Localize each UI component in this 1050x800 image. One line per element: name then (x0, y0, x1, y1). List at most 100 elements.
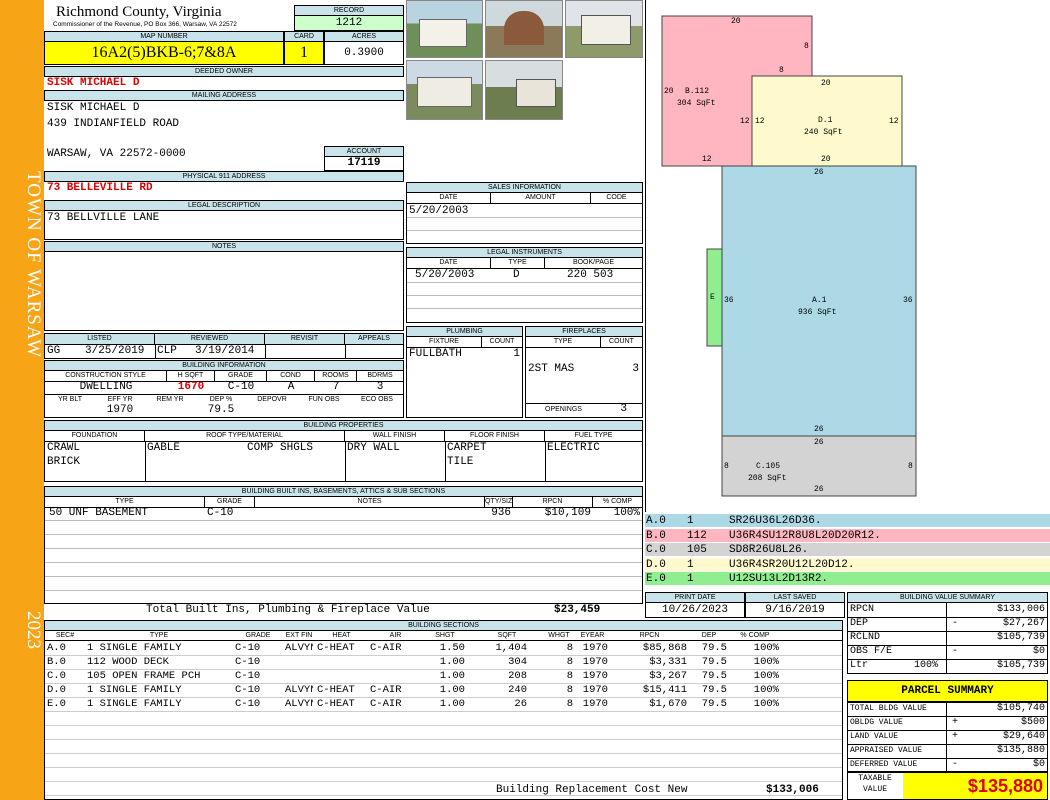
sections-col-7: SQFT (497, 632, 517, 639)
sales-table: DATE AMOUNT CODE 5/20/2003 (406, 192, 643, 244)
section-cell: B.0 (47, 656, 66, 668)
reviewed-by: CLP (157, 345, 177, 357)
prop-col-fuel: FUEL TYPE (545, 431, 642, 442)
sections-col-1: TYPE (149, 632, 169, 639)
prop-col-floor: FLOOR FINISH (445, 431, 545, 442)
section-cell: ALVYN (285, 684, 313, 696)
sections-row (45, 740, 842, 754)
section-cell: 8 (566, 684, 573, 696)
parcel-row-sign: - (952, 759, 959, 770)
legend-code: 112 (687, 529, 707, 542)
vs-rclnd-label: RCLND (850, 632, 881, 643)
builtin-type: 50 UNF BASEMENT (49, 507, 149, 519)
sections-col-0: SEC# (55, 632, 75, 639)
property-photo-5 (485, 60, 563, 120)
mailing-label: MAILING ADDRESS (44, 90, 404, 101)
section-cell: 79.5 (701, 684, 727, 696)
vs-dep: $27,267 (1002, 618, 1045, 629)
sections-col-8: WHGT (548, 632, 570, 639)
print-date: 10/26/2023 (645, 602, 745, 618)
parcel-divider (946, 731, 947, 745)
section-cell: 1970 (582, 642, 608, 654)
prop-col-wall: WALL FINISH (345, 431, 445, 442)
dim-d-left: 12 (740, 117, 750, 126)
dim-d-mid: 8 (779, 66, 784, 75)
dim-c-bottom: 26 (814, 485, 824, 494)
dim-b-top: 20 (731, 17, 741, 26)
sections-col-9: EYEAR (580, 632, 605, 639)
acres-value: 0.3900 (324, 41, 404, 65)
dim-b-bottom: 12 (702, 155, 712, 164)
plumbing-table: FIXTURE COUNT FULLBATH 1 (406, 336, 523, 418)
sketch-legend: A.0 1 SR26U36L26D36. B.0 112 U36R4SU12R8U8L20… (645, 514, 1050, 589)
builtin-comp: 100% (613, 507, 640, 519)
vs-rpcn: $133,006 (996, 604, 1045, 615)
legend-section: B.0 (646, 529, 666, 542)
dim-d-bottom: 20 (821, 155, 831, 164)
fireplace-count: 3 (632, 363, 639, 375)
section-cell: 240 (508, 684, 527, 696)
appeals-label: APPEALS (345, 334, 403, 345)
sales-col-date: DATE (407, 193, 491, 204)
sketch-d-area: 240 SqFt (804, 128, 843, 137)
instr-date: 5/20/2003 (415, 269, 475, 281)
vs-ltr: $105,739 (996, 660, 1045, 671)
bi2-col-funobs: FUN OBS (308, 396, 340, 403)
parcel-row-value: $0 (1032, 759, 1045, 770)
parcel-row-sign: + (952, 717, 959, 728)
legend-code: 1 (687, 558, 694, 571)
owner-label: DEEDED OWNER (44, 66, 404, 77)
physical-label: PHYSICAL 911 ADDRESS (44, 171, 404, 182)
listed-label: LISTED (45, 334, 155, 345)
section-cell: $3,267 (649, 670, 687, 682)
parcel-row: DEFERRED VALUE - $0 (848, 759, 1047, 773)
bi2-col-depovr: DEPOVR (257, 396, 287, 403)
sections-row (45, 726, 842, 740)
dim-a-right: 36 (903, 296, 913, 305)
sketch-b-label: B.112 (685, 87, 710, 96)
sections-col-3: EXT FIN (285, 632, 313, 639)
bi2-col-yrblt: YR BLT (58, 396, 82, 403)
notes-box (44, 251, 404, 331)
replacement-cost-label: Building Replacement Cost New (496, 784, 688, 796)
tax-year: 2023 (23, 611, 44, 649)
vs-obs-label: OBS F/E (850, 646, 893, 657)
parcel-divider (946, 745, 947, 759)
section-cell: C-HEAT (317, 698, 355, 710)
map-number: 16A2(5)BKB-6;7&8A (44, 41, 284, 65)
sketch-e-label: E (710, 293, 715, 302)
section-cell: E.0 (47, 698, 66, 710)
parcel-row-value: $500 (1020, 717, 1045, 728)
dim-b-right: 8 (804, 42, 809, 51)
section-cell: 79.5 (701, 656, 727, 668)
section-cell: ALVYN (285, 698, 313, 710)
section-cell: $15,411 (642, 684, 687, 696)
sections-row: B.0 112 WOOD DECK C-10 1.00 304 8 1970 $3,331 79… (45, 656, 842, 670)
fireplace-col-count: COUNT (601, 337, 642, 348)
account-value: 17119 (324, 156, 404, 171)
section-cell: 79.5 (701, 642, 727, 654)
bi2-effyr: 1970 (106, 404, 134, 416)
section-cell: C-10 (235, 642, 261, 654)
bi2-col-ecoobs: ECO OBS (361, 396, 393, 403)
parcel-row: TOTAL BLDG VALUE $105,740 (848, 703, 1047, 717)
legend-path: U36R4SR20U12L20D12. (729, 558, 855, 571)
record-value: 1212 (294, 15, 404, 31)
parcel-row: OBLDG VALUE + $500 (848, 717, 1047, 731)
property-photo-4 (406, 60, 483, 120)
side-bar (0, 0, 44, 800)
dim-a-bottom: 26 (814, 425, 824, 434)
sections-row (45, 754, 842, 768)
sections-col-11: DEP (701, 632, 717, 639)
section-cell: 1 SINGLE FAMILY (87, 698, 182, 710)
section-cell: 100% (753, 642, 779, 654)
section-cell: 100% (753, 656, 779, 668)
last-saved: 9/16/2019 (745, 602, 845, 618)
section-cell: 8 (566, 698, 573, 710)
parcel-divider (946, 703, 947, 717)
sketch-area: 20 8 8 20 B.112 304 SqFt 20 12 12 12 D.1… (645, 0, 1050, 512)
dim-c-top: 26 (814, 438, 824, 447)
sales-col-amount: AMOUNT (491, 193, 591, 204)
taxable-label-2: VALUE (862, 785, 887, 794)
legend-path: SD8R26U8L26. (729, 544, 809, 557)
